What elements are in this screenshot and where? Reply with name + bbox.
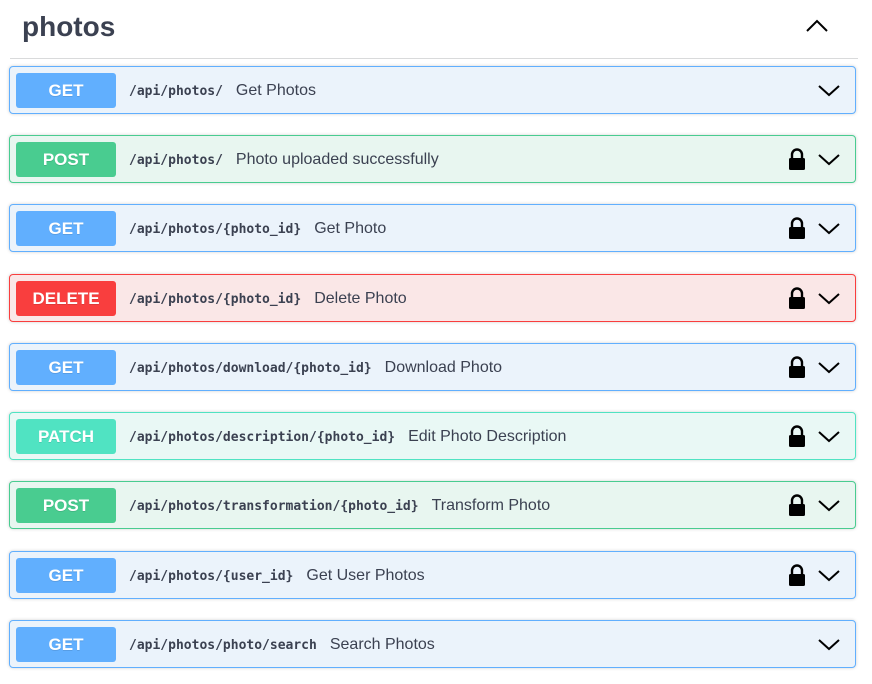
- operation-summary: Get Photos: [235, 82, 316, 99]
- operation-summary: Delete Photo: [314, 290, 407, 307]
- method-badge: DELETE: [16, 281, 116, 316]
- operation-path: /api/photos/{photo_id} Delete Photo: [129, 289, 407, 310]
- operation-get-user-photos[interactable]: GET /api/photos/{user_id} Get User Photos: [9, 551, 856, 599]
- chevron-down-icon[interactable]: [817, 357, 841, 377]
- tag-title: photos: [22, 11, 116, 42]
- path-text: /api/photos/{user_id}: [129, 569, 294, 584]
- operation-path: /api/photos/Get Photos: [129, 81, 316, 102]
- tag-section-photos: photos GET /api/photos/Get Photos POST /…: [0, 0, 872, 684]
- operation-summary: Get User Photos: [306, 567, 425, 584]
- chevron-down-icon[interactable]: [817, 218, 841, 238]
- lock-icon[interactable]: [787, 217, 807, 239]
- path-text: /api/photos/: [129, 84, 223, 99]
- method-badge: POST: [16, 142, 116, 177]
- chevron-down-icon[interactable]: [817, 80, 841, 100]
- operation-path: /api/photos/{user_id} Get User Photos: [129, 566, 425, 587]
- path-text: /api/photos/description/{photo_id}: [129, 430, 396, 445]
- chevron-down-icon[interactable]: [817, 634, 841, 654]
- operation-get-photo[interactable]: GET /api/photos/{photo_id} Get Photo: [9, 204, 856, 252]
- chevron-down-icon[interactable]: [817, 495, 841, 515]
- path-text: /api/photos/{photo_id}: [129, 222, 302, 237]
- lock-icon[interactable]: [787, 148, 807, 170]
- chevron-down-icon[interactable]: [817, 565, 841, 585]
- path-text: /api/photos/download/{photo_id}: [129, 361, 372, 376]
- operation-edit-description[interactable]: PATCH /api/photos/description/{photo_id}…: [9, 412, 856, 460]
- operation-summary: Transform Photo: [431, 497, 551, 514]
- operation-upload-photo[interactable]: POST /api/photos/Photo uploaded successf…: [9, 135, 856, 183]
- operation-path: /api/photos/{photo_id} Get Photo: [129, 219, 386, 240]
- method-badge: GET: [16, 73, 116, 108]
- lock-icon[interactable]: [787, 356, 807, 378]
- operation-summary: Photo uploaded successfully: [235, 151, 439, 168]
- operation-path: /api/photos/description/{photo_id} Edit P…: [129, 427, 566, 448]
- operation-path: /api/photos/download/{photo_id} Download …: [129, 358, 502, 379]
- method-badge: GET: [16, 211, 116, 246]
- operation-path: /api/photos/photo/search Search Photos: [129, 635, 435, 656]
- chevron-up-icon[interactable]: [804, 16, 830, 36]
- operation-transform-photo[interactable]: POST /api/photos/transformation/{photo_i…: [9, 481, 856, 529]
- chevron-down-icon[interactable]: [817, 288, 841, 308]
- chevron-down-icon[interactable]: [817, 426, 841, 446]
- operation-search-photos[interactable]: GET /api/photos/photo/search Search Photo…: [9, 620, 856, 668]
- operation-download-photo[interactable]: GET /api/photos/download/{photo_id} Downl…: [9, 343, 856, 391]
- lock-icon[interactable]: [787, 425, 807, 447]
- method-badge: POST: [16, 488, 116, 523]
- method-badge: PATCH: [16, 419, 116, 454]
- lock-icon[interactable]: [787, 494, 807, 516]
- path-text: /api/photos/: [129, 153, 223, 168]
- tag-header[interactable]: photos: [10, 0, 858, 59]
- path-text: /api/photos/photo/search: [129, 638, 317, 653]
- operation-get-photos[interactable]: GET /api/photos/Get Photos: [9, 66, 856, 114]
- chevron-down-icon[interactable]: [817, 149, 841, 169]
- operation-summary: Edit Photo Description: [408, 428, 567, 445]
- lock-icon[interactable]: [787, 564, 807, 586]
- operation-summary: Download Photo: [384, 359, 503, 376]
- operation-summary: Get Photo: [314, 220, 387, 237]
- operation-path: /api/photos/transformation/{photo_id} Tra…: [129, 496, 550, 517]
- operation-delete-photo[interactable]: DELETE /api/photos/{photo_id} Delete Phot…: [9, 274, 856, 322]
- path-text: /api/photos/transformation/{photo_id}: [129, 499, 419, 514]
- lock-icon[interactable]: [787, 287, 807, 309]
- path-text: /api/photos/{photo_id}: [129, 292, 302, 307]
- operation-summary: Search Photos: [329, 636, 435, 653]
- method-badge: GET: [16, 350, 116, 385]
- operation-path: /api/photos/Photo uploaded successfully: [129, 150, 439, 171]
- method-badge: GET: [16, 558, 116, 593]
- method-badge: GET: [16, 627, 116, 662]
